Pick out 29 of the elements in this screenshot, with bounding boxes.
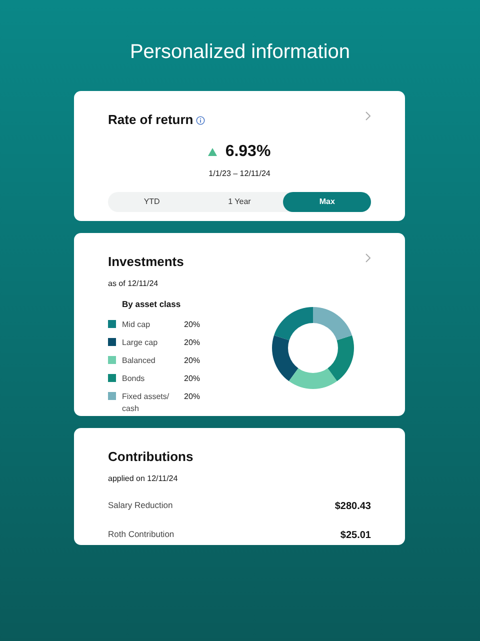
legend-value: 20%: [184, 354, 200, 367]
legend-title: By asset class: [122, 299, 181, 309]
legend-value: 20%: [184, 336, 200, 349]
contribution-amount: $25.01: [340, 529, 371, 543]
legend-label: Large cap: [122, 336, 159, 349]
applied-date: applied on 12/11/24: [108, 474, 178, 483]
card-title: Contributions: [108, 448, 194, 466]
info-icon[interactable]: [196, 116, 206, 125]
contribution-label: Roth Contribution: [108, 528, 174, 541]
legend-value: 20%: [184, 372, 200, 385]
card-title: Investments: [108, 253, 184, 271]
as-of-date: as of 12/11/24: [108, 279, 158, 288]
legend-value: 20%: [184, 318, 200, 331]
legend-label: Bonds: [122, 372, 146, 385]
legend-value: 20%: [184, 390, 200, 403]
range-tab[interactable]: 1 Year: [196, 192, 284, 212]
legend-label: Fixed assets/ cash: [122, 390, 170, 415]
contribution-label: Salary Reduction: [108, 499, 173, 512]
legend-label: Mid cap: [122, 318, 152, 331]
chevron-right-icon[interactable]: [365, 111, 371, 121]
range-tab[interactable]: Max: [283, 192, 372, 212]
range-tab[interactable]: YTD: [108, 192, 196, 212]
contribution-amount: $280.43: [334, 500, 371, 514]
legend-label: Balanced: [122, 354, 156, 367]
card-title: Rate of return: [108, 111, 194, 129]
date-range: 1/1/23 – 12/11/24: [208, 169, 270, 178]
page-title: Personalized information: [128, 40, 352, 64]
chevron-right-icon[interactable]: [365, 253, 371, 263]
return-value: 6.93%: [225, 142, 271, 162]
